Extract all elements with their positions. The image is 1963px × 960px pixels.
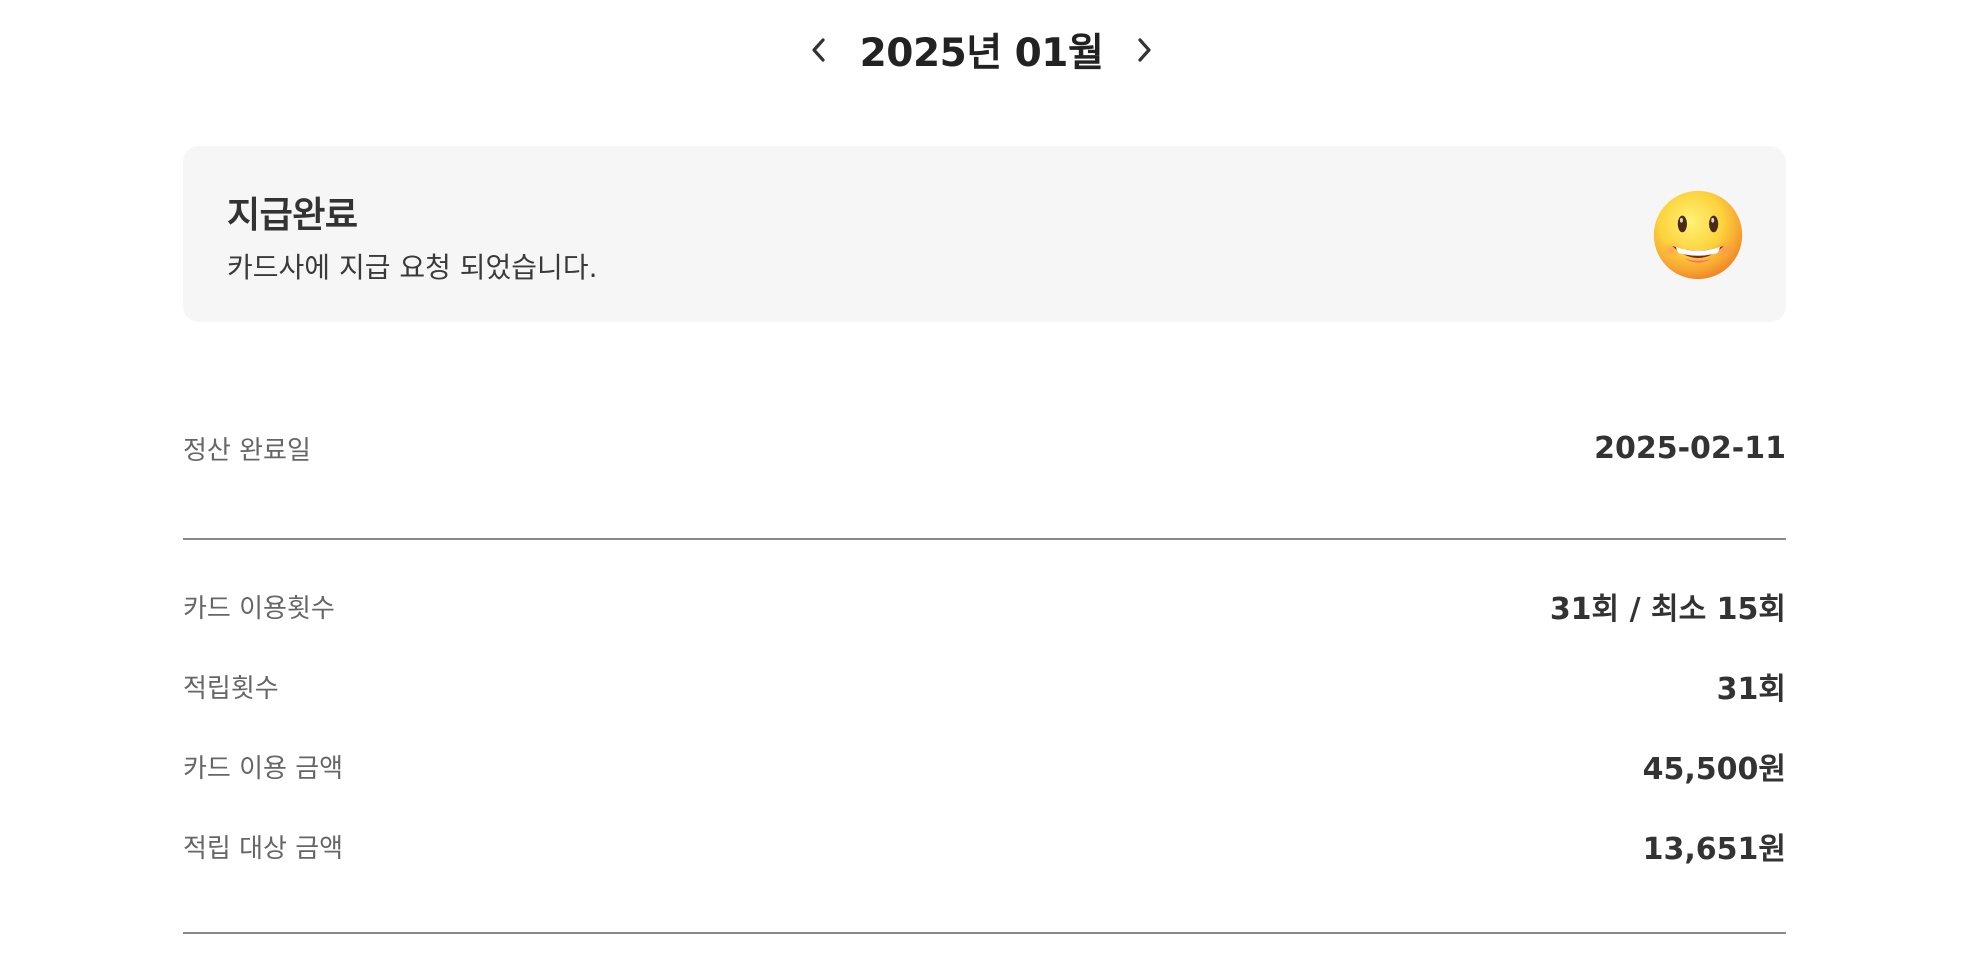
prev-month-button[interactable]: [804, 30, 834, 70]
status-description: 카드사에 지급 요청 되었습니다.: [227, 251, 598, 284]
card-usage-count-row: 카드 이용횟수 31회 / 최소 15회: [183, 584, 1786, 628]
accumulation-count-row: 적립횟수 31회: [183, 664, 1786, 708]
card-usage-amount-row: 카드 이용 금액 45,500원: [183, 744, 1786, 788]
detail-value: 13,651원: [1642, 832, 1786, 867]
accumulation-target-amount-row: 적립 대상 금액 13,651원: [183, 824, 1786, 868]
settlement-date-value: 2025-02-11: [1594, 431, 1786, 466]
detail-value: 31회 / 최소 15회: [1549, 592, 1786, 627]
detail-value: 31회: [1716, 672, 1786, 707]
status-card: 지급완료 카드사에 지급 요청 되었습니다.: [183, 146, 1786, 322]
detail-label: 카드 이용횟수: [183, 593, 335, 624]
next-month-button[interactable]: [1129, 30, 1159, 70]
status-title: 지급완료: [227, 195, 358, 236]
month-navigator: 2025년 01월: [0, 22, 1963, 78]
chevron-right-icon: [1138, 38, 1151, 62]
detail-label: 적립횟수: [183, 673, 279, 704]
divider: [183, 932, 1786, 934]
detail-value: 45,500원: [1642, 752, 1786, 787]
detail-label: 카드 이용 금액: [183, 753, 344, 784]
month-title: 2025년 01월: [859, 31, 1104, 76]
settlement-date-row: 정산 완료일 2025-02-11: [183, 430, 1786, 467]
chevron-left-icon: [812, 38, 825, 62]
detail-label: 적립 대상 금액: [183, 833, 344, 864]
divider: [183, 538, 1786, 540]
settlement-date-label: 정산 완료일: [183, 436, 311, 466]
smiling-face-icon: [1653, 190, 1743, 280]
